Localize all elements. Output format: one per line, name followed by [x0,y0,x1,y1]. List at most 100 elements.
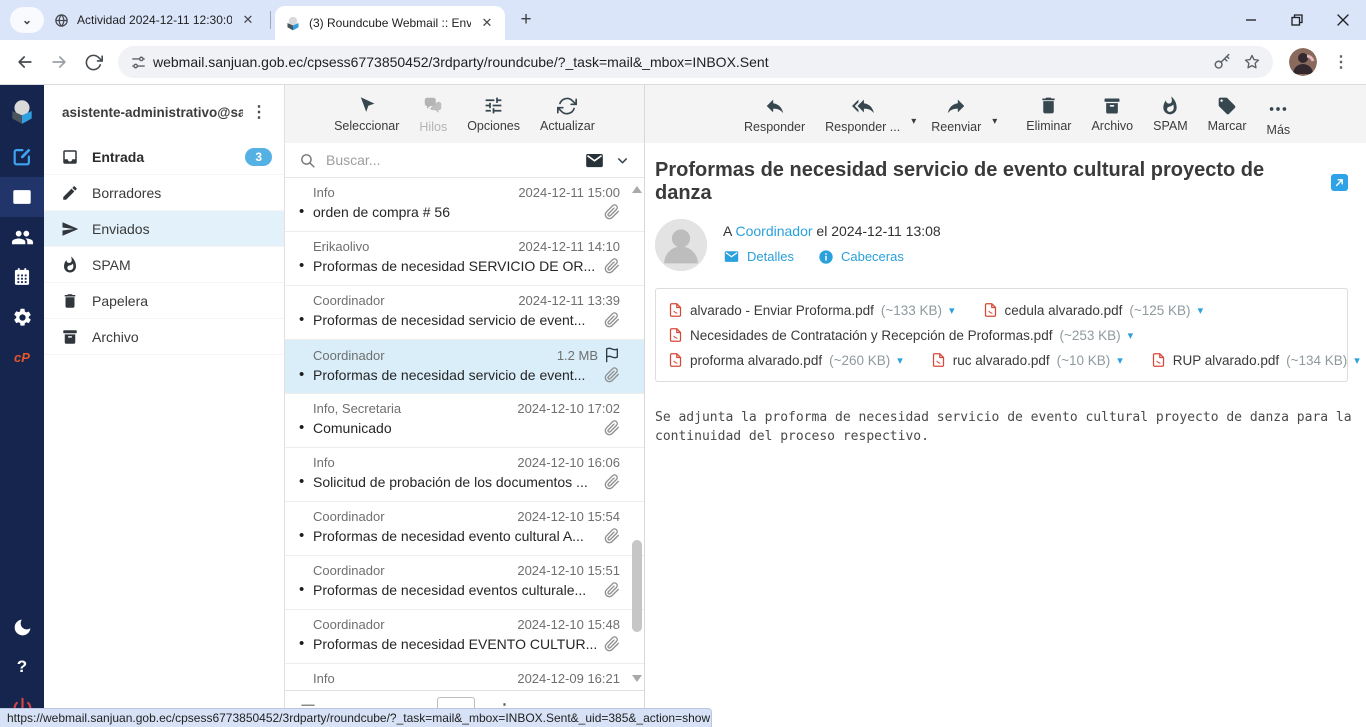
mail-nav-button[interactable] [0,177,44,217]
recipient-link[interactable]: Coordinador [735,223,812,239]
delete-button[interactable]: Eliminar [1019,95,1078,133]
message-list-item[interactable]: Coordinador2024-12-10 15:48 •Proformas d… [285,610,644,664]
message-list-item[interactable]: Info, Secretaria2024-12-10 17:02 •Comuni… [285,394,644,448]
forward-button[interactable] [42,45,76,79]
threads-button[interactable]: Hilos [414,95,452,134]
attachment-menu-caret-icon[interactable]: ▾ [1128,329,1134,342]
attachment-menu-caret-icon[interactable]: ▾ [1198,304,1204,317]
sidebar-item-entrada[interactable]: Entrada 3 [44,139,284,175]
message-body-text: Se adjunta la proforma de necesidad serv… [655,408,1355,446]
attachment-menu-caret-icon[interactable]: ▾ [949,304,955,317]
more-button[interactable]: Más [1260,92,1298,137]
attachment-item[interactable]: Necesidades de Contratación y Recepción … [668,327,1133,343]
search-options-chevron-icon[interactable] [615,153,630,168]
attachment-item[interactable]: cedula alvarado.pdf(~125 KB)▾ [983,302,1204,318]
message-date: 2024-12-10 15:48 [517,617,620,632]
reply-all-caret-icon[interactable]: ▾ [911,116,916,127]
help-button[interactable]: ? [0,647,44,687]
sidebar-item-papelera[interactable]: Papelera [44,283,284,319]
tab-close-icon[interactable]: ✕ [240,12,256,28]
mark-button[interactable]: Marcar [1201,96,1254,133]
open-in-new-window-icon[interactable] [1331,174,1348,191]
window-minimize-button[interactable] [1228,0,1274,40]
pdf-file-icon [668,327,683,343]
flag-icon[interactable] [604,347,620,363]
back-button[interactable] [8,45,42,79]
refresh-button[interactable]: Actualizar [535,96,600,133]
spam-button[interactable]: SPAM [1146,96,1195,133]
window-restore-button[interactable] [1274,0,1320,40]
forward-caret-icon[interactable]: ▾ [992,116,997,127]
forward-button[interactable]: Reenviar [924,95,988,134]
tab-title: (3) Roundcube Webmail :: Envia [309,16,471,30]
message-list-item[interactable]: Info2024-12-09 16:21 • [285,664,644,690]
attachment-menu-caret-icon[interactable]: ▾ [1354,354,1360,367]
scrollbar-thumb[interactable] [632,540,642,632]
search-input[interactable] [326,152,574,168]
options-button[interactable]: Opciones [462,95,525,133]
unread-count-badge: 3 [245,148,272,166]
details-link[interactable]: Detalles [747,249,794,264]
message-sender: Info, Secretaria [313,401,517,416]
fire-icon [61,256,79,274]
sidebar-item-archivo[interactable]: Archivo [44,319,284,355]
headers-link[interactable]: Cabeceras [841,249,904,264]
message-subject: Proformas de necesidad EVENTO CULTUR... [313,636,598,652]
url-text[interactable]: webmail.sanjuan.gob.ec/cpsess6773850452/… [153,54,1207,70]
message-list-item[interactable]: Coordinador2024-12-11 13:39 •Proformas d… [285,286,644,340]
sidebar-item-spam[interactable]: SPAM [44,247,284,283]
reply-button[interactable]: Responder [737,95,812,134]
attachment-menu-caret-icon[interactable]: ▾ [897,354,903,367]
message-list-item[interactable]: Info2024-12-11 15:00 •orden de compra # … [285,178,644,232]
contacts-nav-button[interactable] [0,217,44,257]
message-list-item[interactable]: Info2024-12-10 16:06 •Solicitud de proba… [285,448,644,502]
roundcube-favicon-icon [285,15,301,31]
bookmark-star-icon[interactable] [1243,53,1261,71]
account-email: asistente-administrativo@sa... [62,105,243,120]
cpanel-logo-button[interactable]: cP [0,337,44,377]
search-scope-mail-icon[interactable] [584,150,605,171]
browser-tab-activity[interactable]: Actividad 2024-12-11 12:30:00 ✕ [44,3,266,37]
tab-close-icon[interactable]: ✕ [479,15,495,31]
dark-mode-moon-button[interactable] [0,607,44,647]
message-list-item-selected[interactable]: Coordinador1.2 MB •Proformas de necesida… [285,340,644,394]
browser-profile-avatar[interactable] [1289,48,1317,76]
address-bar[interactable]: webmail.sanjuan.gob.ec/cpsess6773850452/… [118,46,1273,78]
scroll-up-arrow[interactable] [632,186,642,193]
attachment-item[interactable]: alvarado - Enviar Proforma.pdf(~133 KB)▾ [668,302,955,318]
tab-search-button[interactable]: ⌄ [10,7,44,33]
password-key-icon[interactable] [1213,53,1231,71]
compose-button[interactable] [0,137,44,177]
send-icon [61,220,79,238]
message-sender: Coordinador [313,509,517,524]
reply-all-button[interactable]: Responder ... [818,95,907,134]
attachment-item[interactable]: proforma alvarado.pdf(~260 KB)▾ [668,352,903,368]
message-date: 2024-12-11 15:00 [518,185,620,200]
attachment-menu-caret-icon[interactable]: ▾ [1117,354,1123,367]
attachment-paperclip-icon [604,474,620,490]
message-list-item[interactable]: Erikaolivo2024-12-11 14:10 •Proformas de… [285,232,644,286]
attachment-item[interactable]: RUP alvarado.pdf(~134 KB)▾ [1151,352,1360,368]
message-sender: Info [313,671,517,686]
settings-gear-button[interactable] [0,297,44,337]
reload-button[interactable] [76,45,110,79]
account-options-kebab-icon[interactable]: ⋮ [243,102,276,122]
message-subject: Proformas de necesidad eventos culturale… [313,582,598,598]
pdf-file-icon [931,352,946,368]
new-tab-button[interactable]: + [513,7,539,33]
message-list-item[interactable]: Coordinador2024-12-10 15:54 •Proformas d… [285,502,644,556]
attachment-item[interactable]: ruc alvarado.pdf(~10 KB)▾ [931,352,1123,368]
browser-tab-roundcube[interactable]: (3) Roundcube Webmail :: Envia ✕ [275,6,505,40]
calendar-nav-button[interactable] [0,257,44,297]
select-button[interactable]: Seleccionar [329,95,404,133]
list-scrollbar[interactable] [629,178,644,690]
message-list-item[interactable]: Coordinador2024-12-10 15:51 •Proformas d… [285,556,644,610]
scroll-down-arrow[interactable] [632,675,642,682]
sidebar-item-borradores[interactable]: Borradores [44,175,284,211]
site-info-icon[interactable] [130,54,147,71]
window-close-button[interactable] [1320,0,1366,40]
browser-menu-kebab-icon[interactable]: ⋮ [1325,52,1358,72]
sidebar-item-enviados[interactable]: Enviados [44,211,284,247]
archive-button[interactable]: Archivo [1084,96,1140,133]
message-sender: Info [313,185,518,200]
